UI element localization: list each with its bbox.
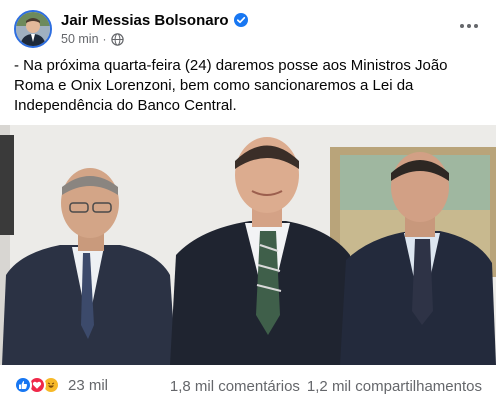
- meta-separator: ·: [102, 32, 107, 46]
- post-timestamp[interactable]: 50 min: [61, 32, 99, 46]
- facebook-post: Jair Messias Bolsonaro 50 min · - Na pró…: [0, 0, 496, 409]
- post-footer: 23 mil 1,8 mil comentários 1,2 mil compa…: [0, 366, 496, 409]
- post-header: Jair Messias Bolsonaro 50 min ·: [12, 8, 484, 52]
- verified-badge-icon: [233, 13, 248, 27]
- globe-icon[interactable]: [110, 32, 124, 46]
- reaction-count: 23 mil: [68, 376, 109, 394]
- reactions-summary[interactable]: 23 mil: [14, 376, 108, 394]
- engagement-stats: 1,8 mil comentários 1,2 mil compartilham…: [170, 378, 482, 395]
- author-name[interactable]: Jair Messias Bolsonaro: [61, 12, 229, 29]
- post-photo[interactable]: [0, 125, 496, 365]
- post-text: - Na próxima quarta-feira (24) daremos p…: [14, 57, 448, 114]
- comments-count-link[interactable]: 1,8 mil comentários: [170, 378, 300, 395]
- author-avatar[interactable]: [14, 10, 52, 48]
- post-meta: 50 min ·: [61, 32, 124, 46]
- avatar-image: [16, 12, 50, 46]
- shares-count-link[interactable]: 1,2 mil compartilhamentos: [307, 378, 482, 395]
- like-reaction-icon: [14, 376, 32, 394]
- more-options-icon[interactable]: [454, 16, 484, 36]
- author-row: Jair Messias Bolsonaro: [61, 11, 248, 29]
